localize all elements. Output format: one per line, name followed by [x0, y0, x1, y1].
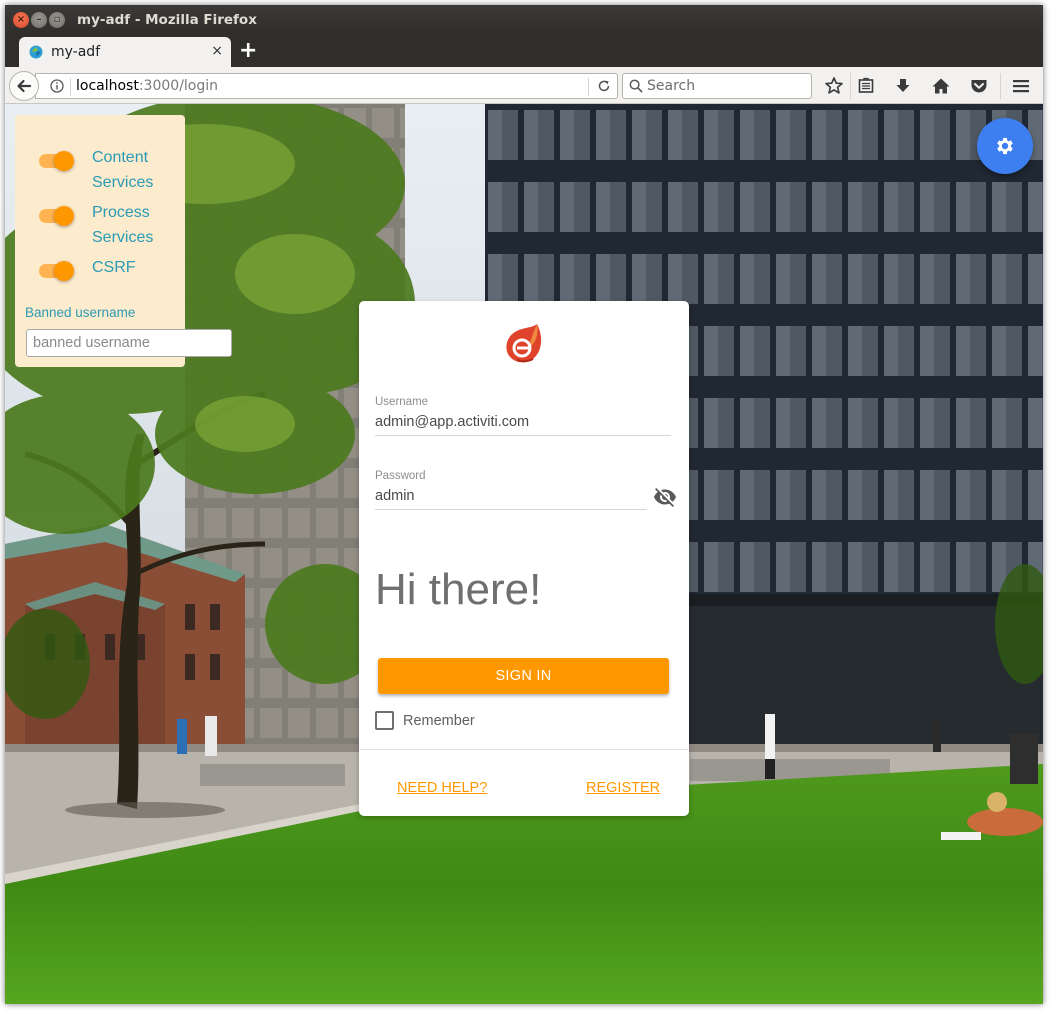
toolbar-separator [1000, 73, 1001, 99]
toggle-thumb[interactable] [54, 206, 74, 226]
sign-in-button[interactable]: SIGN IN [378, 658, 669, 694]
url-host: localhost [76, 78, 139, 94]
toggle-thumb[interactable] [54, 261, 74, 281]
search-icon [629, 79, 643, 93]
banned-username-input[interactable] [26, 329, 232, 357]
greeting-text: Hi there! [375, 565, 542, 614]
reload-icon[interactable] [596, 78, 612, 94]
password-input[interactable] [375, 486, 635, 506]
navigation-bar: localhost:3000/login [5, 67, 1043, 104]
download-icon[interactable] [892, 75, 914, 97]
url-separator [588, 78, 589, 96]
window-title: my-adf - Mozilla Firefox [77, 12, 257, 28]
back-icon [17, 79, 32, 93]
info-icon[interactable] [50, 79, 64, 93]
title-bar: × – ▫ my-adf - Mozilla Firefox [5, 5, 1043, 35]
tab-my-adf[interactable]: my-adf × [19, 37, 231, 67]
tab-label: my-adf [51, 44, 101, 60]
search-input[interactable] [647, 77, 807, 95]
url-separator [70, 78, 71, 96]
bookmark-star-icon[interactable] [823, 75, 845, 97]
window-close-button[interactable]: × [13, 12, 29, 28]
toggle-content-services[interactable]: Content Services [15, 140, 185, 191]
toggle-label-content-services: Content Services [92, 149, 154, 191]
remember-label: Remember [403, 713, 475, 729]
pocket-icon[interactable] [968, 75, 990, 97]
login-card: Username Password Hi there! SIGN IN Reme… [359, 301, 689, 816]
banned-username-label: Banned username [25, 305, 136, 320]
tab-close-icon[interactable]: × [211, 43, 223, 59]
toolbar-separator [850, 73, 851, 99]
password-label: Password [375, 470, 426, 482]
window-maximize-button[interactable]: ▫ [49, 12, 65, 28]
settings-fab-button[interactable] [977, 118, 1033, 174]
page-content: Content Services Process Services CSRF B… [5, 104, 1043, 1004]
home-icon[interactable] [930, 75, 952, 97]
window-minimize-button[interactable]: – [31, 12, 47, 28]
url-bar[interactable]: localhost:3000/login [35, 73, 618, 99]
url-text[interactable]: localhost:3000/login [76, 78, 218, 94]
need-help-link[interactable]: NEED HELP? [397, 780, 487, 796]
new-tab-button[interactable]: + [239, 38, 257, 63]
register-link[interactable]: REGISTER [586, 780, 660, 796]
username-input[interactable] [375, 412, 665, 432]
card-divider [359, 749, 689, 750]
gear-icon [997, 137, 1013, 155]
toggle-label-process-services: Process Services [92, 204, 154, 246]
tab-strip: my-adf × + [5, 35, 1043, 67]
username-label: Username [375, 396, 429, 408]
username-underline [375, 435, 671, 436]
search-bar[interactable] [622, 73, 812, 99]
remember-checkbox[interactable] [375, 711, 394, 730]
toggle-process-services[interactable]: Process Services [15, 195, 185, 246]
url-path: :3000/login [138, 78, 219, 94]
activiti-logo-icon [506, 324, 542, 363]
favicon-icon [29, 45, 43, 59]
toggle-thumb[interactable] [54, 151, 74, 171]
browser-window: × – ▫ my-adf - Mozilla Firefox my-adf × … [5, 5, 1043, 1004]
visibility-off-icon[interactable] [653, 485, 677, 509]
toggle-csrf[interactable]: CSRF [15, 250, 185, 300]
hamburger-menu-icon[interactable] [1010, 75, 1032, 97]
toggle-label-csrf: CSRF [92, 259, 136, 276]
reading-list-icon[interactable] [855, 75, 877, 97]
password-underline [375, 509, 647, 510]
back-button[interactable] [9, 71, 39, 101]
